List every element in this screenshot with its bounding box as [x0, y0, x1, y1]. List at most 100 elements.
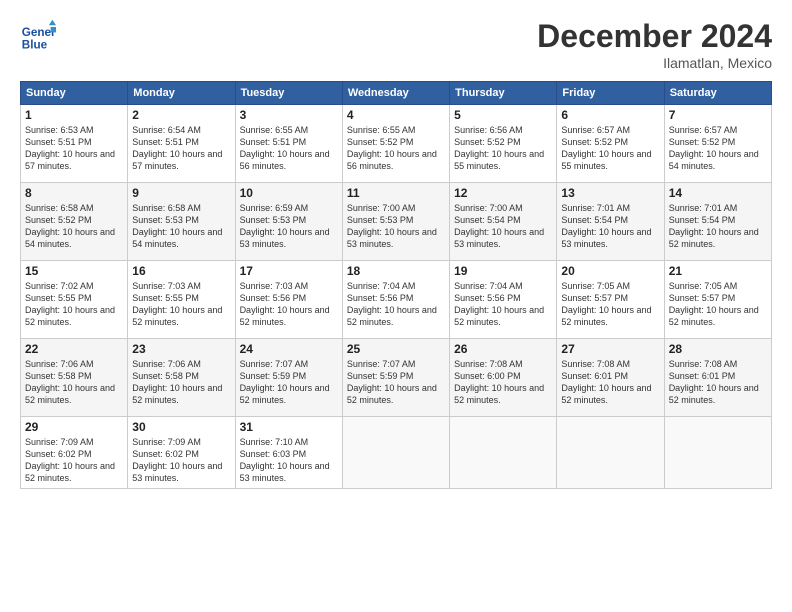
svg-text:Blue: Blue [22, 39, 48, 52]
table-row: 24 Sunrise: 7:07 AM Sunset: 5:59 PM Dayl… [235, 339, 342, 417]
day-info: Sunrise: 7:05 AM Sunset: 5:57 PM Dayligh… [561, 280, 659, 329]
calendar-header-row: Sunday Monday Tuesday Wednesday Thursday… [21, 82, 772, 105]
day-info: Sunrise: 7:06 AM Sunset: 5:58 PM Dayligh… [132, 358, 230, 407]
day-info: Sunrise: 7:10 AM Sunset: 6:03 PM Dayligh… [240, 436, 338, 485]
table-row: 30 Sunrise: 7:09 AM Sunset: 6:02 PM Dayl… [128, 417, 235, 489]
month-title: December 2024 [537, 18, 772, 55]
day-info: Sunrise: 7:04 AM Sunset: 5:56 PM Dayligh… [454, 280, 552, 329]
calendar-week-row: 1 Sunrise: 6:53 AM Sunset: 5:51 PM Dayli… [21, 105, 772, 183]
table-row: 13 Sunrise: 7:01 AM Sunset: 5:54 PM Dayl… [557, 183, 664, 261]
calendar-week-row: 8 Sunrise: 6:58 AM Sunset: 5:52 PM Dayli… [21, 183, 772, 261]
table-row: 14 Sunrise: 7:01 AM Sunset: 5:54 PM Dayl… [664, 183, 771, 261]
col-sunday: Sunday [21, 82, 128, 105]
day-number: 1 [25, 108, 123, 122]
day-number: 29 [25, 420, 123, 434]
day-number: 31 [240, 420, 338, 434]
table-row: 31 Sunrise: 7:10 AM Sunset: 6:03 PM Dayl… [235, 417, 342, 489]
table-row: 20 Sunrise: 7:05 AM Sunset: 5:57 PM Dayl… [557, 261, 664, 339]
day-number: 8 [25, 186, 123, 200]
day-number: 25 [347, 342, 445, 356]
day-number: 5 [454, 108, 552, 122]
day-number: 12 [454, 186, 552, 200]
table-row: 11 Sunrise: 7:00 AM Sunset: 5:53 PM Dayl… [342, 183, 449, 261]
day-number: 30 [132, 420, 230, 434]
table-row: 15 Sunrise: 7:02 AM Sunset: 5:55 PM Dayl… [21, 261, 128, 339]
day-info: Sunrise: 7:05 AM Sunset: 5:57 PM Dayligh… [669, 280, 767, 329]
day-number: 19 [454, 264, 552, 278]
day-info: Sunrise: 6:56 AM Sunset: 5:52 PM Dayligh… [454, 124, 552, 173]
day-number: 13 [561, 186, 659, 200]
day-number: 20 [561, 264, 659, 278]
day-info: Sunrise: 6:57 AM Sunset: 5:52 PM Dayligh… [669, 124, 767, 173]
day-info: Sunrise: 7:09 AM Sunset: 6:02 PM Dayligh… [25, 436, 123, 485]
logo-icon: General Blue [20, 18, 56, 54]
calendar-week-row: 15 Sunrise: 7:02 AM Sunset: 5:55 PM Dayl… [21, 261, 772, 339]
table-row [342, 417, 449, 489]
day-number: 6 [561, 108, 659, 122]
day-info: Sunrise: 7:07 AM Sunset: 5:59 PM Dayligh… [240, 358, 338, 407]
day-number: 21 [669, 264, 767, 278]
day-info: Sunrise: 6:55 AM Sunset: 5:51 PM Dayligh… [240, 124, 338, 173]
table-row: 25 Sunrise: 7:07 AM Sunset: 5:59 PM Dayl… [342, 339, 449, 417]
table-row: 4 Sunrise: 6:55 AM Sunset: 5:52 PM Dayli… [342, 105, 449, 183]
day-info: Sunrise: 6:55 AM Sunset: 5:52 PM Dayligh… [347, 124, 445, 173]
day-info: Sunrise: 7:08 AM Sunset: 6:00 PM Dayligh… [454, 358, 552, 407]
day-number: 24 [240, 342, 338, 356]
col-friday: Friday [557, 82, 664, 105]
day-number: 10 [240, 186, 338, 200]
table-row: 29 Sunrise: 7:09 AM Sunset: 6:02 PM Dayl… [21, 417, 128, 489]
calendar-week-row: 22 Sunrise: 7:06 AM Sunset: 5:58 PM Dayl… [21, 339, 772, 417]
day-info: Sunrise: 6:58 AM Sunset: 5:53 PM Dayligh… [132, 202, 230, 251]
table-row: 9 Sunrise: 6:58 AM Sunset: 5:53 PM Dayli… [128, 183, 235, 261]
table-row: 8 Sunrise: 6:58 AM Sunset: 5:52 PM Dayli… [21, 183, 128, 261]
day-number: 16 [132, 264, 230, 278]
col-monday: Monday [128, 82, 235, 105]
day-info: Sunrise: 7:03 AM Sunset: 5:56 PM Dayligh… [240, 280, 338, 329]
table-row [664, 417, 771, 489]
day-info: Sunrise: 7:04 AM Sunset: 5:56 PM Dayligh… [347, 280, 445, 329]
page: General Blue December 2024 Ilamatlan, Me… [0, 0, 792, 612]
calendar-week-row: 29 Sunrise: 7:09 AM Sunset: 6:02 PM Dayl… [21, 417, 772, 489]
table-row: 5 Sunrise: 6:56 AM Sunset: 5:52 PM Dayli… [450, 105, 557, 183]
table-row: 12 Sunrise: 7:00 AM Sunset: 5:54 PM Dayl… [450, 183, 557, 261]
table-row: 3 Sunrise: 6:55 AM Sunset: 5:51 PM Dayli… [235, 105, 342, 183]
table-row: 21 Sunrise: 7:05 AM Sunset: 5:57 PM Dayl… [664, 261, 771, 339]
logo: General Blue [20, 18, 60, 54]
table-row: 10 Sunrise: 6:59 AM Sunset: 5:53 PM Dayl… [235, 183, 342, 261]
table-row: 22 Sunrise: 7:06 AM Sunset: 5:58 PM Dayl… [21, 339, 128, 417]
table-row: 27 Sunrise: 7:08 AM Sunset: 6:01 PM Dayl… [557, 339, 664, 417]
day-info: Sunrise: 7:09 AM Sunset: 6:02 PM Dayligh… [132, 436, 230, 485]
day-number: 2 [132, 108, 230, 122]
calendar: Sunday Monday Tuesday Wednesday Thursday… [20, 81, 772, 489]
day-info: Sunrise: 7:06 AM Sunset: 5:58 PM Dayligh… [25, 358, 123, 407]
col-thursday: Thursday [450, 82, 557, 105]
day-number: 27 [561, 342, 659, 356]
day-info: Sunrise: 6:58 AM Sunset: 5:52 PM Dayligh… [25, 202, 123, 251]
day-info: Sunrise: 6:59 AM Sunset: 5:53 PM Dayligh… [240, 202, 338, 251]
table-row: 6 Sunrise: 6:57 AM Sunset: 5:52 PM Dayli… [557, 105, 664, 183]
day-number: 22 [25, 342, 123, 356]
day-number: 28 [669, 342, 767, 356]
day-info: Sunrise: 7:08 AM Sunset: 6:01 PM Dayligh… [669, 358, 767, 407]
col-saturday: Saturday [664, 82, 771, 105]
day-number: 9 [132, 186, 230, 200]
day-number: 15 [25, 264, 123, 278]
day-info: Sunrise: 7:07 AM Sunset: 5:59 PM Dayligh… [347, 358, 445, 407]
day-info: Sunrise: 7:00 AM Sunset: 5:54 PM Dayligh… [454, 202, 552, 251]
table-row: 26 Sunrise: 7:08 AM Sunset: 6:00 PM Dayl… [450, 339, 557, 417]
table-row: 19 Sunrise: 7:04 AM Sunset: 5:56 PM Dayl… [450, 261, 557, 339]
day-info: Sunrise: 7:01 AM Sunset: 5:54 PM Dayligh… [561, 202, 659, 251]
day-number: 4 [347, 108, 445, 122]
col-wednesday: Wednesday [342, 82, 449, 105]
table-row: 16 Sunrise: 7:03 AM Sunset: 5:55 PM Dayl… [128, 261, 235, 339]
col-tuesday: Tuesday [235, 82, 342, 105]
day-info: Sunrise: 6:54 AM Sunset: 5:51 PM Dayligh… [132, 124, 230, 173]
day-number: 11 [347, 186, 445, 200]
day-number: 23 [132, 342, 230, 356]
day-info: Sunrise: 7:00 AM Sunset: 5:53 PM Dayligh… [347, 202, 445, 251]
day-info: Sunrise: 7:02 AM Sunset: 5:55 PM Dayligh… [25, 280, 123, 329]
title-block: December 2024 Ilamatlan, Mexico [537, 18, 772, 71]
table-row: 1 Sunrise: 6:53 AM Sunset: 5:51 PM Dayli… [21, 105, 128, 183]
table-row: 23 Sunrise: 7:06 AM Sunset: 5:58 PM Dayl… [128, 339, 235, 417]
day-info: Sunrise: 7:03 AM Sunset: 5:55 PM Dayligh… [132, 280, 230, 329]
